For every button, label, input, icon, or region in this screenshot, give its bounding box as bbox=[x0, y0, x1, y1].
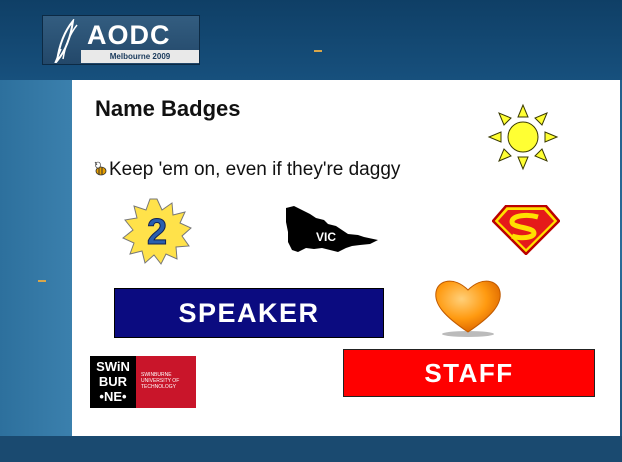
swinburne-wordmark: SWINBURNE UNIVERSITY OF TECHNOLOGY bbox=[136, 356, 196, 408]
staff-badge: STAFF bbox=[343, 349, 595, 397]
decor-tick bbox=[314, 50, 322, 52]
vic-label: VIC bbox=[316, 230, 336, 244]
left-band bbox=[0, 80, 72, 462]
superman-shield-icon bbox=[492, 205, 560, 255]
slide-title: Name Badges bbox=[95, 96, 241, 121]
feather-icon bbox=[54, 19, 78, 63]
bottom-strip bbox=[0, 436, 622, 462]
bee-bullet-icon bbox=[94, 161, 107, 176]
logo-subtitle: Melbourne 2009 bbox=[81, 50, 199, 63]
slide-content: Name Badges Keep 'em on, even if they're… bbox=[72, 80, 620, 436]
aodc-logo: AODC Melbourne 2009 bbox=[42, 15, 200, 65]
number-badge-icon: 2 bbox=[122, 198, 192, 265]
heart-icon bbox=[435, 280, 501, 337]
decor-tick bbox=[38, 280, 46, 282]
swinburne-mark: SWiN BUR •NE• bbox=[90, 356, 136, 408]
badge-number: 2 bbox=[147, 211, 167, 252]
swinburne-logo: SWiN BUR •NE• SWINBURNE UNIVERSITY OF TE… bbox=[90, 356, 196, 408]
slide: AODC Melbourne 2009 Name Badges Keep 'em… bbox=[0, 0, 622, 462]
sun-icon bbox=[487, 103, 559, 171]
bullet-text: Keep 'em on, even if they're daggy bbox=[109, 159, 401, 180]
speaker-badge: SPEAKER bbox=[114, 288, 384, 338]
victoria-map-icon: VIC bbox=[286, 206, 378, 252]
bullet-item: Keep 'em on, even if they're daggy bbox=[93, 159, 400, 181]
logo-name: AODC bbox=[87, 20, 171, 50]
